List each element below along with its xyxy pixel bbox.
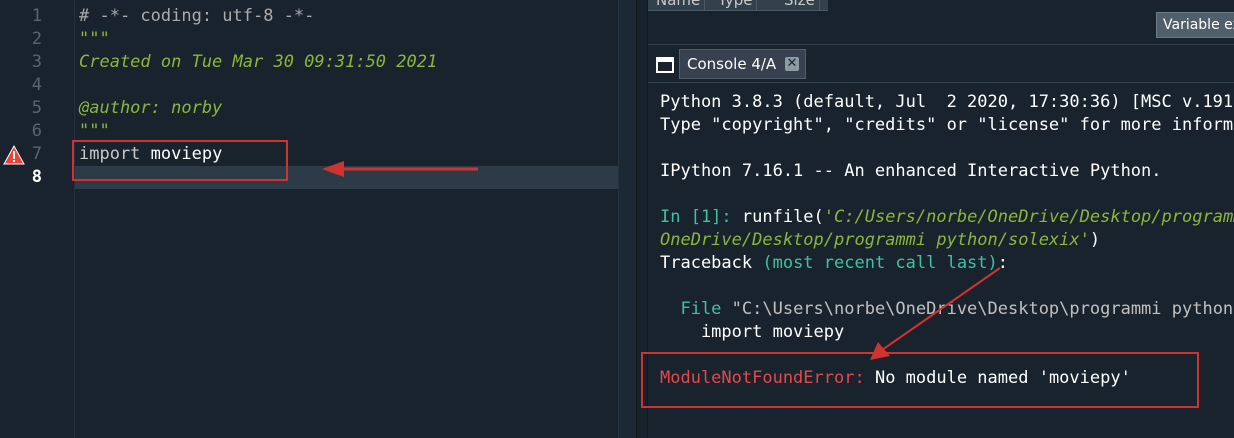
- close-icon[interactable]: ✕: [785, 57, 799, 71]
- traceback-file-keyword: File: [660, 299, 732, 319]
- runfile-path: 'C:/Users/norbe/OneDrive/Desktop/program…: [823, 207, 1234, 227]
- code-editor[interactable]: 1 2 3 4 5 6 7 8 # -*- coding: utf-8 -*- …: [0, 0, 636, 438]
- column-header-type[interactable]: Type: [714, 0, 758, 10]
- annotation-arrow-left-icon: [322, 161, 478, 177]
- runfile-path-cont: OneDrive/Desktop/programmi python/solexi…: [660, 230, 1090, 250]
- line-number: 5: [31, 98, 42, 118]
- input-prompt: In [1]:: [660, 207, 742, 227]
- traceback-label: Traceback: [660, 253, 763, 273]
- line-number: 4: [31, 75, 42, 95]
- console-options-icon[interactable]: [656, 57, 674, 73]
- console-line: Python 3.8.3 (default, Jul 2 2020, 17:30…: [660, 92, 1234, 112]
- line-number: 3: [31, 52, 42, 72]
- console-tab-label: Console 4/A: [687, 55, 777, 73]
- code-line[interactable]: Created on Tue Mar 30 09:31:50 2021: [79, 51, 437, 74]
- runfile-call: runfile(: [741, 207, 824, 227]
- tab-variable-explorer[interactable]: Variable explorer: [1156, 12, 1234, 38]
- editor-scrollbar[interactable]: [618, 0, 636, 438]
- variable-explorer-pane: Name Type Size Variable explorer: [648, 0, 1234, 40]
- console-line: Type "copyright", "credits" or "license"…: [660, 115, 1234, 135]
- code-line[interactable]: # -*- coding: utf-8 -*-: [79, 5, 314, 28]
- code-line[interactable]: @author: norby: [79, 97, 222, 120]
- line-number-gutter: 1 2 3 4 5 6 7 8: [0, 0, 75, 438]
- runfile-close: ): [1089, 230, 1101, 250]
- console-input-line: In [1]: runfile('C:/Users/norbe/OneDrive…: [660, 206, 1234, 229]
- line-number: 1: [31, 6, 42, 26]
- warning-triangle-icon[interactable]: [3, 145, 25, 165]
- traceback-source-line: import moviepy: [660, 322, 845, 342]
- annotation-box-editor: [72, 140, 288, 181]
- line-number: 7: [31, 144, 42, 164]
- console-tab-bar: Console 4/A ✕: [648, 44, 1234, 83]
- line-number-current: 8: [31, 167, 42, 187]
- code-line[interactable]: """: [79, 28, 110, 51]
- console-line: IPython 7.16.1 -- An enhanced Interactiv…: [660, 161, 1162, 181]
- column-header-size[interactable]: Size: [780, 0, 820, 10]
- console-input-continuation: OneDrive/Desktop/programmi python/solexi…: [660, 229, 1100, 252]
- variable-table-header: Name Type Size: [648, 0, 828, 11]
- annotation-arrow-down-left-icon: [870, 267, 1001, 360]
- column-header-name[interactable]: Name: [652, 0, 706, 10]
- line-number: 6: [31, 121, 42, 141]
- tab-console[interactable]: Console 4/A ✕: [679, 49, 806, 79]
- line-number: 2: [31, 29, 42, 49]
